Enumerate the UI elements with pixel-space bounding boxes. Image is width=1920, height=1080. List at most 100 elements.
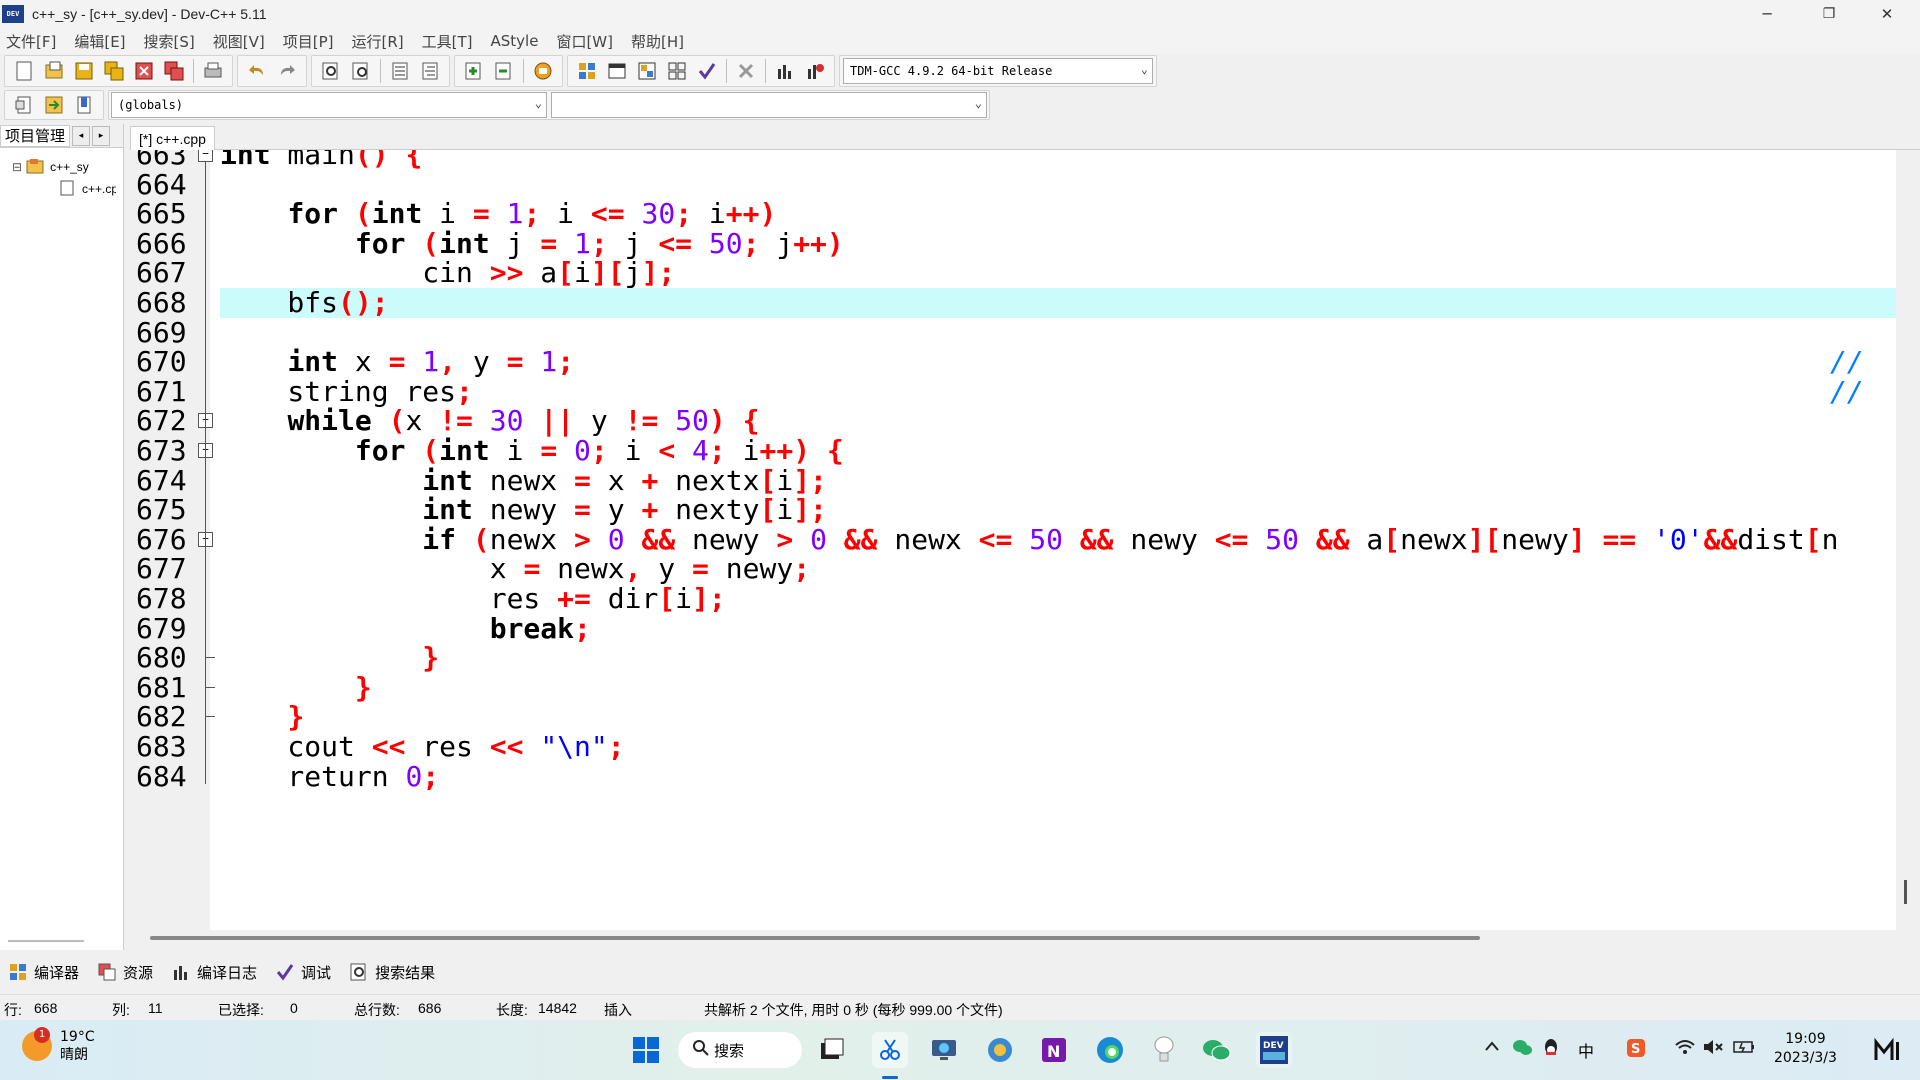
editor-vertical-scroll-thumb[interactable]	[1904, 880, 1907, 904]
minimize-button[interactable]: ─	[1738, 0, 1796, 28]
code-line[interactable]: 663− int main() {	[130, 150, 1896, 170]
compiler-select[interactable]: TDM-GCC 4.9.2 64-bit Release ⌄	[843, 58, 1153, 84]
code-line[interactable]: 664	[130, 169, 1896, 200]
code-line[interactable]: 672− while (x != 30 || y != 50) {	[130, 406, 1896, 436]
code-line[interactable]: 666 for (int j = 1; j <= 50; j++)	[130, 228, 1896, 259]
editor-horizontal-scrollbar[interactable]	[130, 930, 1896, 946]
open-file-icon[interactable]	[41, 58, 67, 84]
tab-project-manager[interactable]: 项目管理	[0, 124, 71, 147]
menu-edit[interactable]: 编辑[E]	[74, 31, 125, 52]
tray-wechat-icon[interactable]	[1512, 1038, 1532, 1060]
code-line[interactable]: 677 x = newx, y = newy;	[130, 554, 1896, 584]
stop-execution-icon[interactable]	[733, 58, 759, 84]
compile-icon[interactable]	[574, 58, 600, 84]
code-line[interactable]: 674 int newx = x + nextx[i];	[130, 465, 1896, 496]
close-button[interactable]: ✕	[1858, 0, 1916, 28]
tray-qq-icon[interactable]	[1542, 1038, 1560, 1062]
save-icon[interactable]	[71, 58, 97, 84]
project-tree-file[interactable]: c++.cpp	[0, 178, 123, 200]
code-line[interactable]: 676− if (newx > 0 && newy > 0 && newx <=…	[130, 524, 1896, 555]
code-line[interactable]: 675 int newy = y + nexty[i];	[130, 495, 1896, 525]
insert-icon[interactable]	[11, 92, 37, 118]
code-line[interactable]: 682 }	[130, 702, 1896, 732]
undo-icon[interactable]	[244, 58, 270, 84]
battery-icon[interactable]	[1732, 1038, 1756, 1060]
redo-icon[interactable]	[274, 58, 300, 84]
indent-icon[interactable]	[387, 58, 413, 84]
new-file-icon[interactable]	[11, 58, 37, 84]
task-view-icon[interactable]	[814, 1032, 850, 1068]
tab-debug[interactable]: 调试	[275, 962, 331, 983]
tab-compile-log[interactable]: 编译日志	[171, 962, 257, 983]
function-select[interactable]: ⌄	[551, 92, 987, 118]
code-line[interactable]: 668 bfs();	[130, 288, 1896, 318]
menu-search[interactable]: 搜索[S]	[144, 31, 195, 52]
menu-window[interactable]: 窗口[W]	[556, 31, 613, 52]
taskbar-clock[interactable]: 19:09 2023/3/3	[1774, 1030, 1837, 1068]
weather-widget[interactable]: 1 19°C 晴朗	[22, 1027, 95, 1064]
scope-select[interactable]: (globals) ⌄	[111, 92, 547, 118]
tab-search-results[interactable]: 搜索结果	[349, 962, 435, 983]
tray-sogou-icon[interactable]: S	[1626, 1038, 1646, 1062]
bookmark-icon[interactable]	[71, 92, 97, 118]
tray-ime-indicator[interactable]: 中	[1578, 1038, 1594, 1062]
menu-run[interactable]: 运行[R]	[351, 31, 403, 52]
code-line[interactable]: 678 res += dir[i];	[130, 584, 1896, 614]
code-line[interactable]: 683 cout << res << "\n";	[130, 732, 1896, 762]
code-line[interactable]: 667 cin >> a[i][j];	[130, 258, 1896, 288]
code-editor[interactable]: 663− int main() {664 665 for (int i = 1; i…	[130, 150, 1896, 930]
find-icon[interactable]	[318, 58, 344, 84]
remote-desktop-icon[interactable]	[926, 1032, 962, 1068]
helper-app-icon[interactable]	[1146, 1032, 1182, 1068]
panel-tab-right-arrow[interactable]: ▸	[92, 125, 111, 146]
panel-scrollbar[interactable]	[8, 940, 84, 942]
run-icon[interactable]	[604, 58, 630, 84]
fold-collapse-icon[interactable]: −	[198, 150, 213, 162]
code-line[interactable]: 681 }	[130, 672, 1896, 703]
devcpp-taskbar-icon[interactable]: DEV	[1256, 1032, 1292, 1068]
compile-run-icon[interactable]	[634, 58, 660, 84]
menu-help[interactable]: 帮助[H]	[631, 31, 684, 52]
print-icon[interactable]	[200, 58, 226, 84]
tab-resources[interactable]: 资源	[97, 962, 153, 983]
code-line[interactable]: 684 return 0;	[130, 761, 1896, 792]
tray-chevron-up-icon[interactable]	[1484, 1038, 1500, 1057]
code-line[interactable]: 679 break;	[130, 613, 1896, 644]
snipping-tool-icon[interactable]	[872, 1032, 908, 1068]
collapse-icon[interactable]: ⊟	[12, 160, 22, 174]
remove-from-project-icon[interactable]	[491, 58, 517, 84]
code-line[interactable]: 680 }	[130, 643, 1896, 673]
taskbar-search[interactable]: 搜索	[678, 1032, 802, 1068]
wechat-app-icon[interactable]	[1198, 1032, 1234, 1068]
project-options-icon[interactable]	[530, 58, 556, 84]
replace-icon[interactable]	[348, 58, 374, 84]
menu-project[interactable]: 项目[P]	[283, 31, 334, 52]
menu-astyle[interactable]: AStyle	[491, 32, 539, 50]
project-tree-root[interactable]: ⊟ c++_sy	[0, 156, 123, 178]
panel-tab-left-arrow[interactable]: ◂	[72, 125, 91, 146]
tab-cpp-file[interactable]: [*] c++.cpp	[130, 126, 215, 150]
volume-muted-icon[interactable]	[1702, 1038, 1724, 1060]
close-all-icon[interactable]	[161, 58, 187, 84]
syntax-check-icon[interactable]	[694, 58, 720, 84]
save-all-icon[interactable]	[101, 58, 127, 84]
onenote-icon[interactable]: N	[1036, 1032, 1072, 1068]
rebuild-all-icon[interactable]	[664, 58, 690, 84]
goto-icon[interactable]	[41, 92, 67, 118]
tab-compiler[interactable]: 编译器	[8, 962, 79, 983]
code-line[interactable]: 669	[130, 317, 1896, 348]
maximize-button[interactable]: ❐	[1800, 0, 1858, 28]
windows-start-icon[interactable]	[628, 1032, 664, 1068]
add-to-project-icon[interactable]	[461, 58, 487, 84]
wifi-icon[interactable]	[1674, 1038, 1696, 1060]
notification-center-icon[interactable]	[1874, 1037, 1904, 1066]
code-line[interactable]: 670 int x = 1, y = 1;	[130, 347, 1896, 377]
unindent-icon[interactable]	[417, 58, 443, 84]
scrollbar-thumb[interactable]	[150, 936, 1480, 940]
close-file-icon[interactable]	[131, 58, 157, 84]
menu-tools[interactable]: 工具[T]	[422, 31, 473, 52]
menu-file[interactable]: 文件[F]	[6, 31, 56, 52]
delete-profile-icon[interactable]	[802, 58, 828, 84]
edge-browser-icon[interactable]	[1092, 1032, 1128, 1068]
code-line[interactable]: 665 for (int i = 1; i <= 30; i++)	[130, 199, 1896, 229]
